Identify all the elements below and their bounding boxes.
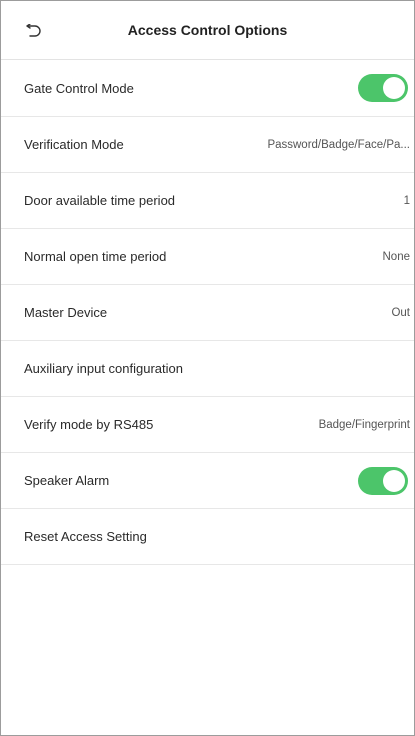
reset-access-setting-row[interactable]: Reset Access Setting [1,509,414,565]
normal-open-time-period-row[interactable]: Normal open time period None [1,229,414,285]
verify-mode-rs485-value: Badge/Fingerprint [318,418,410,431]
toggle-knob [383,77,405,99]
back-arrow-icon [26,24,41,37]
page-title: Access Control Options [127,22,288,38]
gate-control-mode-toggle[interactable] [358,74,408,102]
speaker-alarm-toggle[interactable] [358,466,408,495]
door-available-time-period-row[interactable]: Door available time period 1 [1,173,414,229]
empty-area [1,565,414,725]
normal-open-time-period-value: None [382,250,411,263]
back-button[interactable] [21,22,45,40]
speaker-alarm-row[interactable]: Speaker Alarm [1,453,414,509]
options-list: Gate Control Mode Verification Mode Pass… [1,60,414,565]
gate-control-mode-label: Gate Control Mode [24,80,134,96]
access-control-options-screen: Access Control Options Gate Control Mode… [0,0,415,736]
speaker-alarm-label: Speaker Alarm [24,473,110,488]
auxiliary-input-configuration-label: Auxiliary input configuration [24,361,183,376]
gate-control-mode-row[interactable]: Gate Control Mode [1,60,414,117]
verification-mode-row[interactable]: Verification Mode Password/Badge/Face/Pa… [1,117,414,173]
auxiliary-input-configuration-row[interactable]: Auxiliary input configuration [1,341,414,397]
master-device-row[interactable]: Master Device Out [1,285,414,341]
door-available-time-period-label: Door available time period [24,193,176,208]
verification-mode-label: Verification Mode [24,137,124,152]
reset-access-setting-label: Reset Access Setting [24,529,147,544]
verify-mode-rs485-row[interactable]: Verify mode by RS485 Badge/Fingerprint [1,397,414,453]
door-available-time-period-value: 1 [403,194,410,207]
toggle-knob [383,469,405,492]
normal-open-time-period-label: Normal open time period [24,249,167,264]
master-device-label: Master Device [24,305,108,320]
verification-mode-value: Password/Badge/Face/Pa... [267,138,410,151]
header-bar: Access Control Options [1,1,414,60]
master-device-value: Out [391,306,410,319]
verify-mode-rs485-label: Verify mode by RS485 [24,417,154,432]
